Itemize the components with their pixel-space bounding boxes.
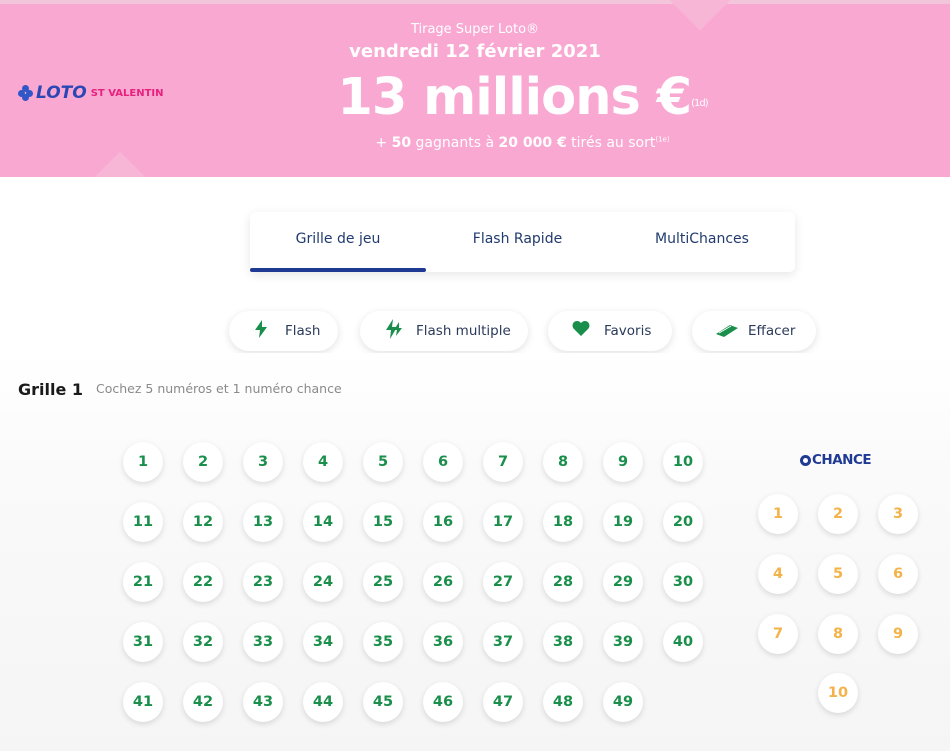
number-ball[interactable]: 30 [663, 562, 703, 602]
number-ball[interactable]: 39 [603, 622, 643, 662]
number-ball[interactable]: 7 [483, 442, 523, 482]
number-ball[interactable]: 3 [243, 442, 283, 482]
jackpot-note: (1d) [691, 98, 708, 109]
number-ball[interactable]: 38 [543, 622, 583, 662]
secondary-mid: gagnants à [415, 135, 495, 151]
game-mode-tabs: Grille de jeu Flash Rapide MultiChances [250, 212, 795, 272]
grid-actions: Flash Flash multiple Favoris Effacer [0, 311, 950, 353]
number-ball[interactable]: 22 [183, 562, 223, 602]
secondary-note: (1e) [655, 135, 670, 144]
secondary-prize: + 50 gagnants à 20 000 € tirés au sort(1… [0, 135, 950, 151]
jackpot-value: 13 millions € [337, 68, 692, 127]
grille-section: Grille 1 Cochez 5 numéros et 1 numéro ch… [0, 353, 950, 751]
number-ball[interactable]: 4 [303, 442, 343, 482]
chance-ball[interactable]: 3 [878, 494, 918, 534]
number-ball[interactable]: 21 [123, 562, 163, 602]
draw-date: vendredi 12 février 2021 [349, 41, 601, 62]
number-ball[interactable]: 25 [363, 562, 403, 602]
chance-ball[interactable]: 5 [818, 554, 858, 594]
number-ball[interactable]: 23 [243, 562, 283, 602]
chance-label: CHANCE [812, 452, 872, 468]
chance-ball[interactable]: 10 [818, 673, 858, 713]
number-ball[interactable]: 20 [663, 502, 703, 542]
grille-instructions: Cochez 5 numéros et 1 numéro chance [96, 381, 342, 396]
favoris-label: Favoris [604, 323, 652, 339]
number-ball[interactable]: 34 [303, 622, 343, 662]
number-ball[interactable]: 27 [483, 562, 523, 602]
banner-top-line [0, 0, 950, 4]
number-ball[interactable]: 11 [123, 502, 163, 542]
chance-ball[interactable]: 4 [758, 554, 798, 594]
number-ball[interactable]: 5 [363, 442, 403, 482]
secondary-prefix: + [375, 135, 388, 151]
jackpot-banner: LOTO ST VALENTIN Tirage Super Loto® vend… [0, 0, 950, 177]
number-ball[interactable]: 18 [543, 502, 583, 542]
number-ball[interactable]: 26 [423, 562, 463, 602]
number-ball[interactable]: 47 [483, 682, 523, 722]
flash-label: Flash [285, 323, 321, 339]
flash-button[interactable]: Flash [229, 311, 338, 351]
banner-decoration [91, 151, 149, 177]
number-ball[interactable]: 15 [363, 502, 403, 542]
number-ball[interactable]: 13 [243, 502, 283, 542]
number-ball[interactable]: 35 [363, 622, 403, 662]
secondary-count: 50 [391, 135, 412, 151]
number-ball[interactable]: 2 [183, 442, 223, 482]
eraser-icon [716, 322, 738, 341]
clover-icon [800, 454, 811, 466]
number-ball[interactable]: 14 [303, 502, 343, 542]
chance-ball[interactable]: 1 [758, 494, 798, 534]
number-ball[interactable]: 44 [303, 682, 343, 722]
number-ball[interactable]: 32 [183, 622, 223, 662]
number-ball[interactable]: 46 [423, 682, 463, 722]
number-ball[interactable]: 16 [423, 502, 463, 542]
number-ball[interactable]: 36 [423, 622, 463, 662]
secondary-suffix: tirés au sort [571, 135, 656, 151]
number-ball[interactable]: 17 [483, 502, 523, 542]
double-lightning-icon [384, 319, 402, 343]
number-ball[interactable]: 33 [243, 622, 283, 662]
grille-title: Grille 1 [18, 380, 84, 399]
number-ball[interactable]: 48 [543, 682, 583, 722]
chance-ball[interactable]: 6 [878, 554, 918, 594]
secondary-amount: 20 000 € [498, 135, 567, 151]
chance-logo: CHANCE [800, 452, 872, 468]
number-ball[interactable]: 8 [543, 442, 583, 482]
number-ball[interactable]: 9 [603, 442, 643, 482]
chance-ball[interactable]: 9 [878, 614, 918, 654]
flash-multiple-label: Flash multiple [416, 323, 511, 339]
number-ball[interactable]: 12 [183, 502, 223, 542]
number-ball[interactable]: 49 [603, 682, 643, 722]
tab-flash-rapide[interactable]: Flash Rapide [426, 212, 609, 272]
chance-ball[interactable]: 2 [818, 494, 858, 534]
number-ball[interactable]: 40 [663, 622, 703, 662]
number-ball[interactable]: 24 [303, 562, 343, 602]
number-ball[interactable]: 1 [123, 442, 163, 482]
tab-multichances[interactable]: MultiChances [609, 212, 795, 272]
chance-ball[interactable]: 7 [758, 614, 798, 654]
number-ball[interactable]: 37 [483, 622, 523, 662]
number-ball[interactable]: 43 [243, 682, 283, 722]
chance-ball[interactable]: 8 [818, 614, 858, 654]
number-ball[interactable]: 45 [363, 682, 403, 722]
number-ball[interactable]: 29 [603, 562, 643, 602]
number-ball[interactable]: 19 [603, 502, 643, 542]
tab-grille-de-jeu[interactable]: Grille de jeu [250, 212, 426, 272]
favoris-button[interactable]: Favoris [548, 311, 672, 351]
number-ball[interactable]: 41 [123, 682, 163, 722]
number-ball[interactable]: 10 [663, 442, 703, 482]
number-ball[interactable]: 6 [423, 442, 463, 482]
number-ball[interactable]: 42 [183, 682, 223, 722]
heart-icon [572, 321, 590, 341]
number-ball[interactable]: 28 [543, 562, 583, 602]
lightning-icon [253, 320, 269, 342]
effacer-label: Effacer [748, 323, 796, 339]
draw-label: Tirage Super Loto® [410, 22, 540, 37]
flash-multiple-button[interactable]: Flash multiple [360, 311, 528, 351]
effacer-button[interactable]: Effacer [692, 311, 816, 351]
jackpot-amount: 13 millions €(1d) [0, 68, 950, 128]
number-ball[interactable]: 31 [123, 622, 163, 662]
